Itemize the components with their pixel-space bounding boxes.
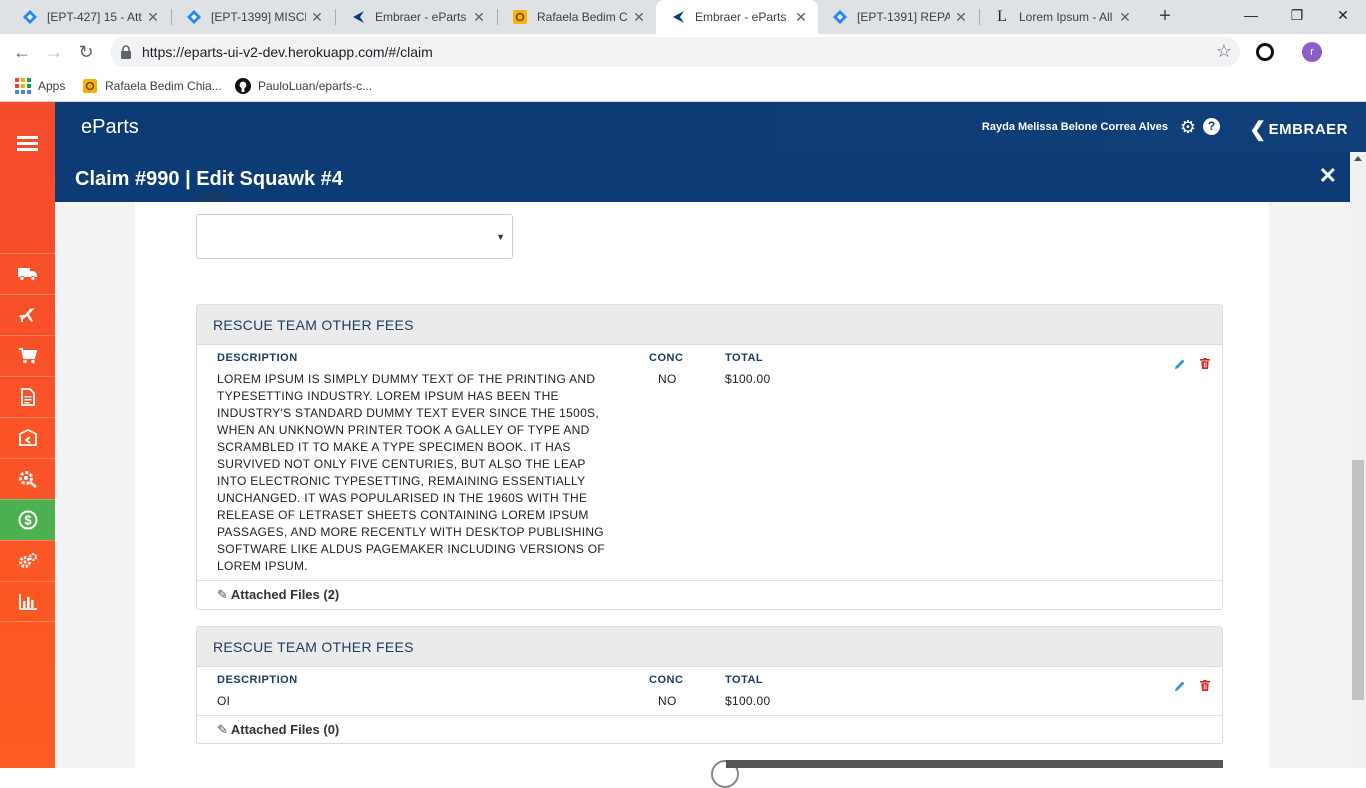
- attached-files-link[interactable]: ✎ Attached Files (2): [197, 580, 1222, 609]
- scroll-up-icon[interactable]: [1354, 156, 1362, 161]
- hamburger-menu-icon[interactable]: [17, 136, 38, 154]
- dropdown-caret-icon: ▼: [496, 232, 505, 242]
- dollar-icon[interactable]: $: [0, 499, 55, 540]
- fee-card: RESCUE TEAM OTHER FEES DESCRIPTION CONC …: [196, 304, 1223, 610]
- bookmark-github[interactable]: PauloLuan/eparts-c...: [235, 76, 372, 96]
- bookmark-star-icon[interactable]: ☆: [1216, 41, 1232, 62]
- bookmark-outlook[interactable]: Rafaela Bedim Chia...: [82, 76, 222, 96]
- app-sidebar: $: [0, 102, 55, 768]
- paperclip-icon: ✎: [217, 722, 228, 737]
- browser-tab[interactable]: [EPT-1391] REPAIR ✕: [818, 0, 978, 34]
- type-select[interactable]: ▼: [196, 214, 513, 259]
- browser-tab[interactable]: L Lorem Ipsum - All ✕: [980, 0, 1142, 34]
- close-icon[interactable]: ✕: [1319, 163, 1337, 189]
- lipsum-icon: L: [997, 8, 1007, 25]
- trash-icon[interactable]: [1200, 680, 1210, 691]
- tools-gear-icon[interactable]: [0, 458, 55, 499]
- close-tab-icon[interactable]: ✕: [306, 9, 328, 26]
- browser-tab[interactable]: Rafaela Bedim Chia ✕: [498, 0, 656, 34]
- outlook-icon: [82, 78, 98, 94]
- browser-tab[interactable]: [EPT-427] 15 - Atta ✕: [8, 0, 170, 34]
- address-bar[interactable]: https://eparts-ui-v2-dev.herokuapp.com/#…: [110, 37, 1240, 67]
- fee-total: $100.00: [725, 372, 771, 386]
- app-brand[interactable]: eParts: [81, 116, 139, 139]
- close-tab-icon[interactable]: ✕: [790, 9, 812, 26]
- modal-header: Claim #990 | Edit Squawk #4 ✕: [55, 152, 1350, 202]
- conc-header: CONC: [649, 674, 684, 686]
- total-header: TOTAL: [725, 674, 764, 686]
- fee-total: $100.00: [725, 694, 771, 708]
- github-icon: [235, 78, 251, 94]
- url-text: https://eparts-ui-v2-dev.herokuapp.com/#…: [142, 44, 433, 60]
- profile-avatar[interactable]: r: [1302, 42, 1322, 62]
- forward-icon[interactable]: →: [42, 40, 66, 64]
- bookmark-apps[interactable]: Apps: [15, 76, 65, 96]
- embraer-logo: ❮ EMBRAER: [1249, 119, 1348, 141]
- close-tab-icon[interactable]: ✕: [628, 9, 650, 26]
- trash-icon[interactable]: [1200, 358, 1210, 369]
- window-close-icon[interactable]: ✕: [1320, 0, 1366, 30]
- bookmarks-bar: Apps Rafaela Bedim Chia... PauloLuan/epa…: [0, 70, 1366, 102]
- fee-description: Oi: [217, 694, 231, 708]
- gear-icon[interactable]: ⚙: [1180, 117, 1196, 138]
- browser-tab-bar: [EPT-427] 15 - Atta ✕ [EPT-1399] MISCEL …: [0, 0, 1366, 34]
- outlook-icon: [512, 9, 528, 25]
- pencil-icon[interactable]: [1174, 680, 1186, 692]
- browser-tab[interactable]: [EPT-1399] MISCEL ✕: [172, 0, 334, 34]
- close-tab-icon[interactable]: ✕: [142, 9, 164, 26]
- total-header: TOTAL: [725, 352, 764, 364]
- minimize-icon[interactable]: —: [1228, 0, 1274, 30]
- gears-icon[interactable]: [0, 540, 55, 581]
- fee-conc: NO: [658, 694, 677, 708]
- jira-icon: [186, 9, 202, 25]
- jira-icon: [832, 9, 848, 25]
- plane-icon[interactable]: [0, 294, 55, 335]
- embraer-chevron-icon: ❮: [1249, 119, 1267, 141]
- embraer-icon: [670, 9, 686, 25]
- browser-tab[interactable]: Embraer - eParts ✕: [336, 0, 496, 34]
- help-icon[interactable]: ?: [1203, 118, 1220, 135]
- description-header: DESCRIPTION: [217, 674, 298, 686]
- svg-text:$: $: [24, 513, 32, 528]
- card-title: RESCUE TEAM OTHER FEES: [197, 305, 1222, 345]
- description-header: DESCRIPTION: [217, 352, 298, 364]
- browser-tab-active[interactable]: Embraer - eParts ✕: [656, 0, 818, 34]
- reload-icon[interactable]: ↻: [74, 40, 98, 64]
- fee-card: RESCUE TEAM OTHER FEES DESCRIPTION CONC …: [196, 626, 1223, 744]
- apps-grid-icon: [15, 78, 31, 94]
- restore-icon[interactable]: ❐: [1274, 0, 1320, 30]
- new-tab-icon[interactable]: +: [1154, 5, 1176, 27]
- document-icon[interactable]: [0, 376, 55, 417]
- modal-scrollbar[interactable]: [1350, 152, 1366, 768]
- browser-toolbar: ← → ↻ https://eparts-ui-v2-dev.herokuapp…: [0, 34, 1366, 96]
- close-tab-icon[interactable]: ✕: [1114, 9, 1136, 26]
- user-name[interactable]: Rayda Melissa Belone Correa Alves: [982, 121, 1168, 133]
- fee-conc: NO: [658, 372, 677, 386]
- card-title: RESCUE TEAM OTHER FEES: [197, 627, 1222, 667]
- bar-chart-icon[interactable]: [0, 581, 55, 622]
- type-label: TYPE: [197, 192, 228, 204]
- close-tab-icon[interactable]: ✕: [468, 9, 490, 26]
- scrollbar-thumb[interactable]: [1352, 460, 1364, 700]
- jira-icon: [22, 9, 38, 25]
- attached-files-link[interactable]: ✎ Attached Files (0): [197, 715, 1222, 744]
- modal-title: Claim #990 | Edit Squawk #4: [75, 168, 343, 190]
- embraer-icon: [350, 9, 366, 25]
- back-icon[interactable]: ←: [10, 40, 34, 64]
- app-header: eParts Rayda Melissa Belone Correa Alves…: [55, 102, 1366, 152]
- fee-description: Lorem Ipsum is simply dummy text of the …: [217, 372, 606, 573]
- pencil-icon[interactable]: [1174, 358, 1186, 370]
- close-tab-icon[interactable]: ✕: [950, 9, 972, 26]
- conc-header: CONC: [649, 352, 684, 364]
- truck-icon[interactable]: [0, 253, 55, 294]
- extension-icon[interactable]: [1256, 43, 1274, 61]
- partial-card-footer: [726, 760, 1223, 768]
- cart-icon[interactable]: [0, 335, 55, 376]
- return-box-icon[interactable]: [0, 417, 55, 458]
- paperclip-icon: ✎: [217, 587, 228, 602]
- lock-icon: [121, 45, 131, 59]
